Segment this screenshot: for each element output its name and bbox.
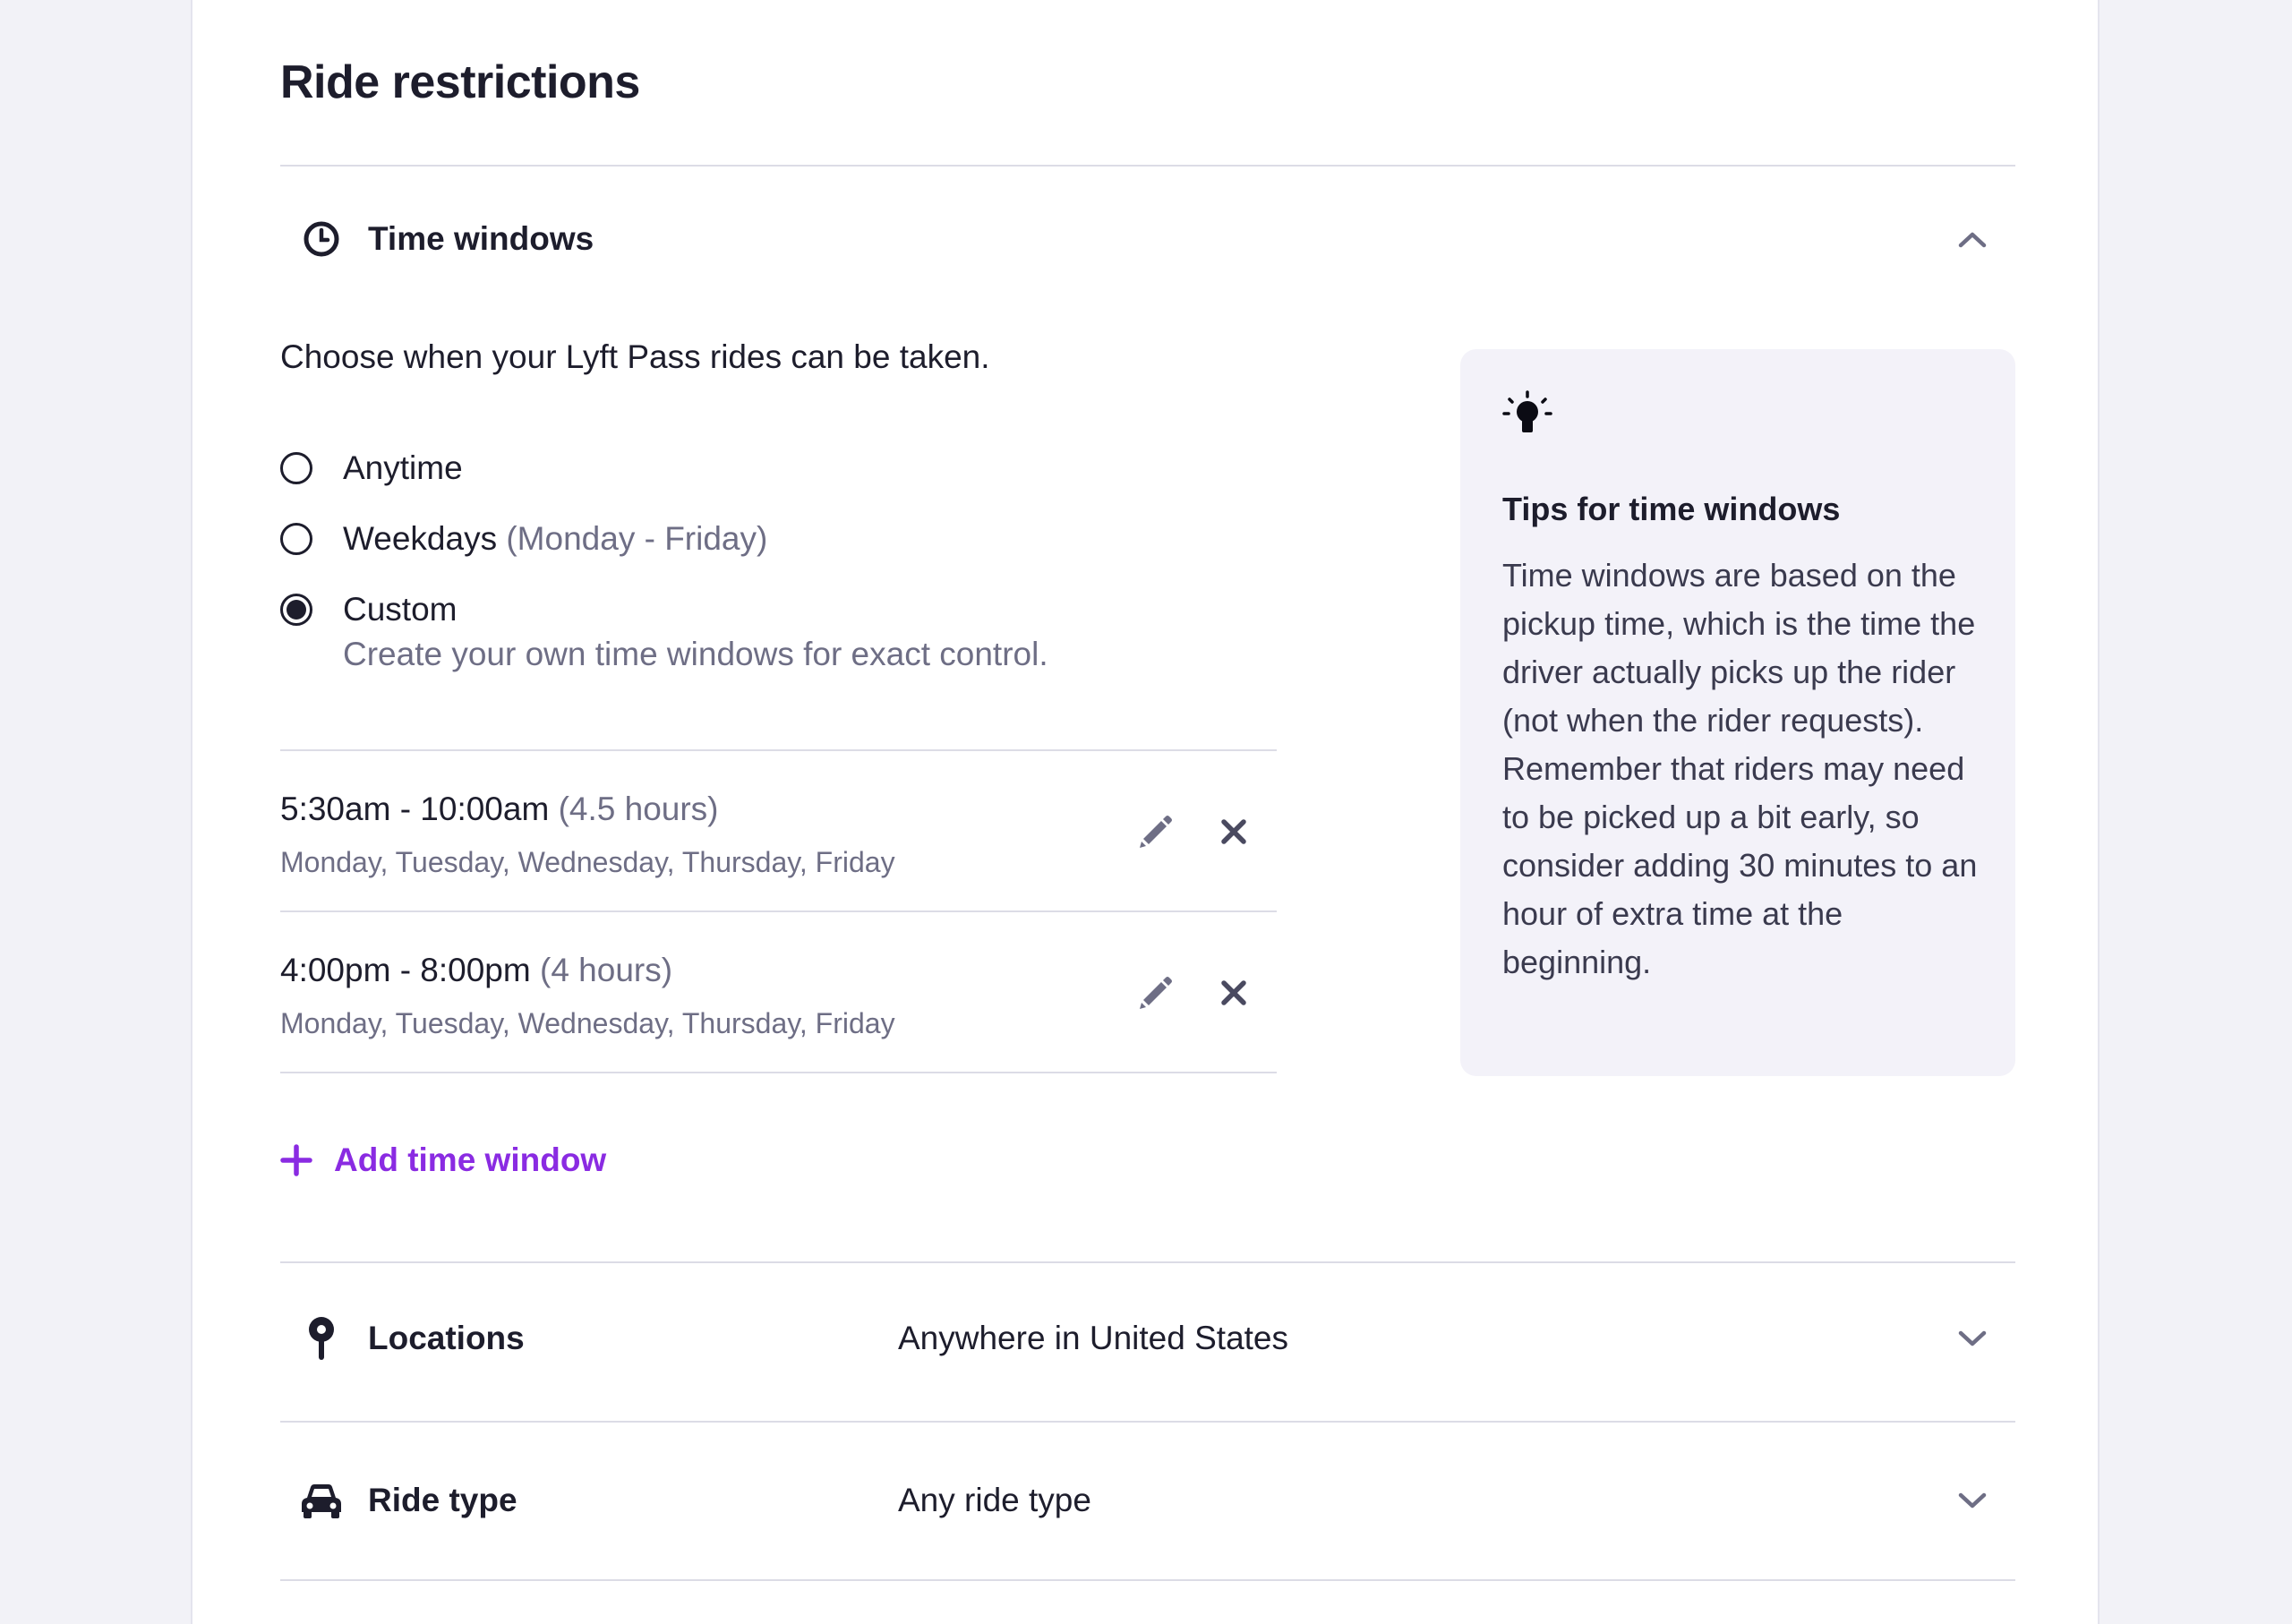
delete-close-icon[interactable]	[1209, 807, 1259, 857]
time-window-row: 5:30am - 10:00am (4.5 hours) Monday, Tue…	[280, 751, 1277, 910]
radio-button-selected[interactable]	[280, 594, 312, 626]
clock-icon	[300, 218, 343, 261]
edit-pencil-icon[interactable]	[1131, 968, 1181, 1018]
time-windows-description: Choose when your Lyft Pass rides can be …	[280, 338, 990, 375]
time-windows-header[interactable]: Time windows	[280, 203, 2015, 275]
radio-option-anytime[interactable]: Anytime	[280, 449, 463, 487]
radio-option-weekdays[interactable]: Weekdays (Monday - Friday)	[280, 520, 767, 558]
time-windows-title: Time windows	[368, 220, 594, 257]
time-window-duration: (4 hours)	[540, 952, 673, 988]
radio-button[interactable]	[280, 452, 312, 484]
time-window-days: Monday, Tuesday, Wednesday, Thursday, Fr…	[280, 1007, 895, 1039]
locations-value: Anywhere in United States	[898, 1320, 1289, 1356]
tips-panel: Tips for time windows Time windows are b…	[1460, 349, 2015, 1076]
ride-type-value: Any ride type	[898, 1482, 1091, 1518]
divider	[280, 1261, 2015, 1263]
ride-type-title: Ride type	[368, 1482, 517, 1518]
tips-title: Tips for time windows	[1502, 491, 1841, 527]
divider	[280, 165, 2015, 167]
time-window-days: Monday, Tuesday, Wednesday, Thursday, Fr…	[280, 846, 895, 878]
radio-selected-dot	[286, 600, 306, 620]
add-time-window-label: Add time window	[334, 1141, 607, 1178]
location-pin-icon	[300, 1317, 343, 1360]
time-window-range: 5:30am - 10:00am (4.5 hours)	[280, 791, 719, 828]
custom-sublabel: Create your own time windows for exact c…	[343, 636, 1048, 672]
radio-option-custom[interactable]: Custom	[280, 591, 457, 628]
tips-body: Time windows are based on the pickup tim…	[1502, 557, 1978, 980]
radio-label-text: Weekdays	[343, 520, 498, 557]
chevron-down-icon[interactable]	[1954, 1483, 1990, 1518]
time-window-duration: (4.5 hours)	[558, 791, 719, 827]
time-window-time: 4:00pm - 8:00pm	[280, 952, 531, 988]
divider	[280, 1421, 2015, 1423]
chevron-down-icon[interactable]	[1954, 1321, 1990, 1356]
edit-pencil-icon[interactable]	[1131, 807, 1181, 857]
time-window-range: 4:00pm - 8:00pm (4 hours)	[280, 952, 672, 989]
time-window-time: 5:30am - 10:00am	[280, 791, 550, 827]
page-title: Ride restrictions	[280, 56, 640, 108]
lightbulb-icon	[1502, 390, 1552, 445]
divider	[280, 1072, 1277, 1073]
add-time-window-button[interactable]: Add time window	[280, 1141, 606, 1179]
radio-button[interactable]	[280, 523, 312, 555]
delete-close-icon[interactable]	[1209, 968, 1259, 1018]
ride-restrictions-card: Ride restrictions Time windows Choose wh…	[191, 0, 2100, 1624]
locations-header[interactable]: Locations Anywhere in United States	[280, 1303, 2015, 1374]
plus-icon	[280, 1144, 312, 1176]
divider	[280, 1579, 2015, 1581]
radio-label-note: (Monday - Friday)	[506, 520, 768, 557]
time-window-row: 4:00pm - 8:00pm (4 hours) Monday, Tuesda…	[280, 912, 1277, 1072]
radio-label: Anytime	[343, 449, 463, 486]
locations-title: Locations	[368, 1320, 525, 1356]
radio-label: Weekdays (Monday - Friday)	[343, 520, 767, 558]
chevron-up-icon[interactable]	[1954, 221, 1990, 257]
car-icon	[300, 1479, 343, 1522]
ride-type-header[interactable]: Ride type Any ride type	[280, 1465, 2015, 1536]
radio-label: Custom	[343, 591, 458, 628]
